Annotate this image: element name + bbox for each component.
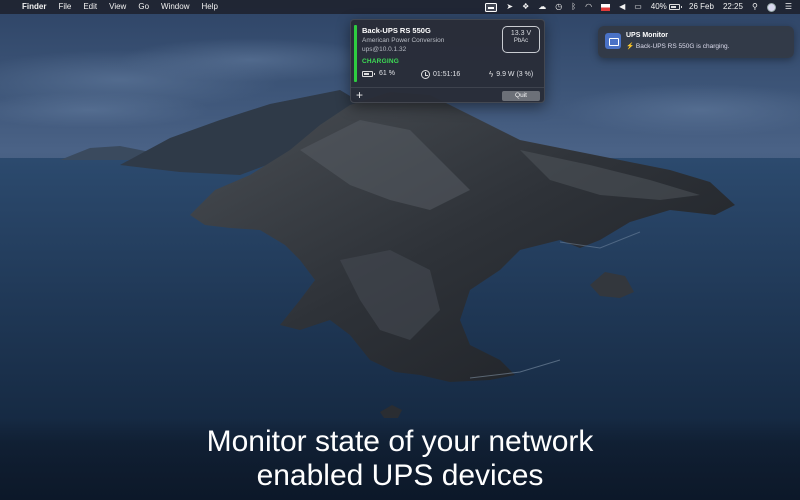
airplay-icon[interactable]: ▭ [634,0,642,14]
volume-icon[interactable]: ◀ [619,0,625,14]
notification-center-icon[interactable]: ☰ [785,0,792,14]
menubar-time[interactable]: 22:25 [723,0,743,14]
bluetooth-icon[interactable]: ᛒ [571,0,576,14]
load-value: 9.9 W (3 %) [496,71,534,78]
battery-chemistry: PbAc [513,38,529,44]
menu-window[interactable]: Window [161,0,189,14]
input-source-flag-icon[interactable] [601,3,611,11]
quit-button[interactable]: Quit [502,91,540,101]
menu-view[interactable]: View [109,0,126,14]
spotlight-search-icon[interactable]: ⚲ [752,0,758,14]
caption-line-2: enabled UPS devices [256,459,544,492]
runtime-stat: 01:51:16 [421,70,460,79]
ups-state: CHARGING [362,58,399,65]
wifi-icon[interactable]: ◠ [585,0,592,14]
charge-value: 61 % [379,70,395,77]
location-arrow-icon[interactable]: ➤ [506,0,513,14]
menu-edit[interactable]: Edit [83,0,97,14]
menu-help[interactable]: Help [201,0,217,14]
ups-stats-row: 61 % 01:51:16 ϟ 9.9 W (3 %) [362,70,542,80]
runtime-value: 01:51:16 [433,71,461,78]
ups-host: ups@10.0.1.32 [362,46,407,53]
notification-message: ⚡ Back-UPS RS 550G is charging. [626,43,730,50]
menu-go[interactable]: Go [138,0,149,14]
ups-device-name: Back-UPS RS 550G [362,26,431,35]
battery-voltage-box: 13.3 V PbAc [502,26,540,53]
charge-stat: 61 % [362,70,395,77]
menu-bar: Finder File Edit View Go Window Help ➤ ❖… [0,0,800,14]
menubar-battery-icon [669,4,683,10]
menubar-date[interactable]: 26 Feb [689,0,714,14]
popover-divider [351,87,544,88]
ups-vendor: American Power Conversion [362,37,445,44]
bolt-icon: ϟ [489,70,494,79]
battery-voltage: 13.3 V [510,30,532,37]
battery-status[interactable]: 40% [651,0,683,14]
status-accent-bar [354,25,357,82]
battery-icon [362,70,375,77]
add-ups-button[interactable]: + [356,88,363,102]
menu-app-name[interactable]: Finder [22,0,46,14]
load-stat: ϟ 9.9 W (3 %) [489,70,533,79]
clock-icon [421,70,430,79]
promo-caption: Monitor state of your network enabled UP… [0,425,800,493]
menu-file[interactable]: File [58,0,71,14]
ups-monitor-app-icon [605,33,621,49]
notification-title: UPS Monitor [626,32,668,39]
caption-line-1: Monitor state of your network [206,425,594,458]
dropbox-icon[interactable]: ❖ [522,0,529,14]
ups-monitor-menu-icon[interactable] [485,2,498,12]
user-avatar-icon[interactable] [766,2,776,12]
ups-status-popover: Back-UPS RS 550G American Power Conversi… [350,19,545,103]
cloud-icon[interactable]: ☁ [538,0,546,14]
time-machine-icon[interactable]: ◷ [555,0,562,14]
ups-notification[interactable]: UPS Monitor ⚡ Back-UPS RS 550G is chargi… [598,26,794,58]
